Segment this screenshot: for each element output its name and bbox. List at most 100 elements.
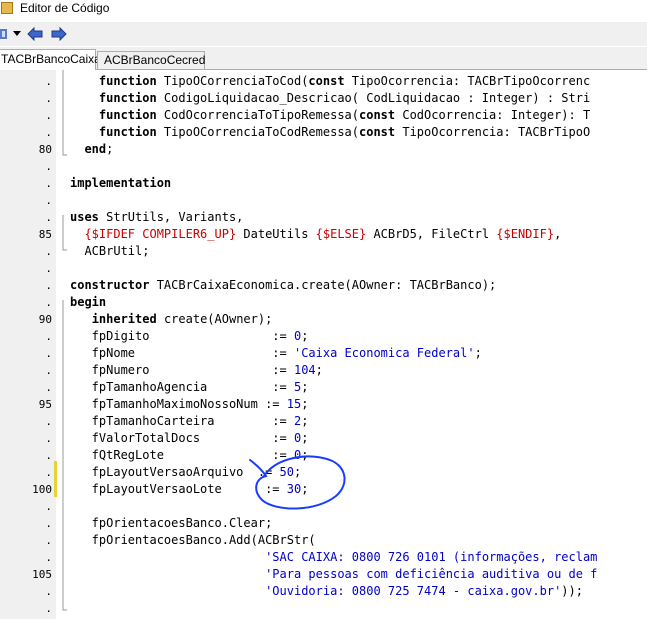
line-number: 95 xyxy=(38,398,52,411)
code-line[interactable]: 90 inherited create(AOwner); xyxy=(0,311,647,328)
title-bar: Editor de Código xyxy=(0,0,647,16)
code-text: fpLayoutVersaoLote := 30; xyxy=(70,481,309,498)
line-number: 80 xyxy=(38,143,52,156)
line-number: . xyxy=(45,415,52,428)
code-text: 'Para pessoas com deficiência auditiva o… xyxy=(70,566,597,583)
code-line[interactable]: . xyxy=(0,600,647,617)
code-line[interactable]: . begin xyxy=(0,294,647,311)
code-line[interactable]: . fpDigito := 0; xyxy=(0,328,647,345)
code-token: CodOcorrencia: Integer): T xyxy=(395,108,591,122)
code-text: fpTamanhoMaximoNossoNum := 15; xyxy=(70,396,309,413)
tab-tacbrbancocaixa[interactable]: TACBrBancoCaixa xyxy=(0,49,101,70)
tab-acbrbancocecred[interactable]: ACBrBancoCecred xyxy=(97,51,205,69)
app-icon xyxy=(1,2,13,14)
code-token: fpLayoutVersaoArquivo := xyxy=(70,465,280,479)
code-line[interactable]: . fpTamanhoCarteira := 2; xyxy=(0,413,647,430)
code-line[interactable]: . xyxy=(0,260,647,277)
code-line[interactable]: . 'Ouvidoria: 0800 725 7474 - caixa.gov.… xyxy=(0,583,647,600)
code-line[interactable]: . xyxy=(0,158,647,175)
code-line[interactable]: . fValorTotalDocs := 0; xyxy=(0,430,647,447)
code-line[interactable]: . xyxy=(0,192,647,209)
code-token: DateUtils xyxy=(236,227,316,241)
code-token: ; xyxy=(474,346,482,360)
code-token: 'SAC CAIXA: 0800 726 0101 (informações, … xyxy=(265,550,598,564)
code-line[interactable]: . fpTamanhoAgencia := 5; xyxy=(0,379,647,396)
code-token: StrUtils, Variants, xyxy=(98,210,244,224)
code-text: {$IFDEF COMPILER6_UP} DateUtils {$ELSE} … xyxy=(70,226,561,243)
line-number: . xyxy=(45,551,52,564)
code-token: const xyxy=(359,125,396,139)
code-text: fpTamanhoCarteira := 2; xyxy=(70,413,309,430)
line-number: . xyxy=(45,347,52,360)
line-number: . xyxy=(45,177,52,190)
code-text: function TipoOCorrenciaToCod(const TipoO… xyxy=(70,73,590,90)
code-token: fpTamanhoCarteira := xyxy=(70,414,294,428)
code-text: fpLayoutVersaoArquivo := 50; xyxy=(70,464,302,481)
code-text: begin xyxy=(70,294,106,311)
code-token: implementation xyxy=(70,176,172,190)
line-number: . xyxy=(45,330,52,343)
line-number: . xyxy=(45,75,52,88)
code-line[interactable]: 100 fpLayoutVersaoLote := 30; xyxy=(0,481,647,498)
code-line[interactable]: . uses StrUtils, Variants, xyxy=(0,209,647,226)
line-number: . xyxy=(45,262,52,275)
line-number: . xyxy=(45,160,52,173)
code-line[interactable]: . fpNumero := 104; xyxy=(0,362,647,379)
code-token: fpLayoutVersaoLote := xyxy=(70,482,287,496)
code-line[interactable]: 80 end; xyxy=(0,141,647,158)
code-token: fpOrientacoesBanco.Add(ACBrStr( xyxy=(70,533,316,547)
code-token: fpNome := xyxy=(70,346,294,360)
code-token: 15 xyxy=(286,397,302,411)
code-token: )); xyxy=(561,584,583,598)
code-text: 'SAC CAIXA: 0800 726 0101 (informações, … xyxy=(70,549,597,566)
code-token: create(AOwner); xyxy=(156,312,273,326)
code-line[interactable]: . fpOrientacoesBanco.Add(ACBrStr( xyxy=(0,532,647,549)
code-editor[interactable]: . function TipoOCorrenciaToCod(const Tip… xyxy=(0,70,647,619)
line-number: . xyxy=(45,585,52,598)
toolbar-grid-icon[interactable] xyxy=(0,26,8,42)
code-line[interactable]: . fpNome := 'Caixa Economica Federal'; xyxy=(0,345,647,362)
back-arrow-icon[interactable] xyxy=(26,26,44,42)
code-line[interactable]: . implementation xyxy=(0,175,647,192)
code-line[interactable]: . fQtRegLote := 0; xyxy=(0,447,647,464)
editor-tabs: TACBrBancoCaixa ACBrBancoCecred xyxy=(0,47,647,70)
code-line[interactable]: 85 {$IFDEF COMPILER6_UP} DateUtils {$ELS… xyxy=(0,226,647,243)
code-line[interactable]: . 'SAC CAIXA: 0800 726 0101 (informações… xyxy=(0,549,647,566)
code-token: uses xyxy=(70,210,99,224)
code-token: 'Ouvidoria: 0800 725 7474 - caixa.gov.br… xyxy=(265,584,562,598)
code-token: ; xyxy=(293,465,302,479)
code-text: function CodOcorrenciaToTipoRemessa(cons… xyxy=(70,107,590,124)
code-token: TipoOcorrencia: TACBrTipoO xyxy=(395,125,591,139)
code-line[interactable]: . fpOrientacoesBanco.Clear; xyxy=(0,515,647,532)
code-token: ; xyxy=(301,448,309,462)
code-line[interactable]: . function CodOcorrenciaToTipoRemessa(co… xyxy=(0,107,647,124)
code-line[interactable]: . function TipoOCorrenciaToCodRemessa(co… xyxy=(0,124,647,141)
code-line[interactable]: . xyxy=(0,498,647,515)
line-number: . xyxy=(45,109,52,122)
line-number: . xyxy=(45,279,52,292)
dropdown-arrow-icon[interactable] xyxy=(12,26,22,42)
code-text: end; xyxy=(70,141,113,158)
code-text: fpOrientacoesBanco.Clear; xyxy=(70,515,273,532)
code-token: end xyxy=(84,142,107,156)
code-line[interactable]: . function CodigoLiquidacao_Descricao( C… xyxy=(0,90,647,107)
code-token: ; xyxy=(301,397,309,411)
code-text: function CodigoLiquidacao_Descricao( Cod… xyxy=(70,90,590,107)
code-line[interactable]: 105 'Para pessoas com deficiência auditi… xyxy=(0,566,647,583)
code-line[interactable]: 95 fpTamanhoMaximoNossoNum := 15; xyxy=(0,396,647,413)
code-line[interactable]: . fpLayoutVersaoArquivo := 50; xyxy=(0,464,647,481)
code-line[interactable]: . constructor TACBrCaixaEconomica.create(… xyxy=(0,277,647,294)
line-number: . xyxy=(45,449,52,462)
code-token: ; xyxy=(301,329,309,343)
forward-arrow-icon[interactable] xyxy=(50,26,68,42)
code-text: fpNumero := 104; xyxy=(70,362,323,379)
code-token: fpNumero := xyxy=(70,363,294,377)
code-token: ACBrUtil; xyxy=(70,244,150,258)
code-token: function xyxy=(98,125,157,139)
code-line[interactable]: . ACBrUtil; xyxy=(0,243,647,260)
code-line[interactable]: . function TipoOCorrenciaToCod(const Tip… xyxy=(0,73,647,90)
